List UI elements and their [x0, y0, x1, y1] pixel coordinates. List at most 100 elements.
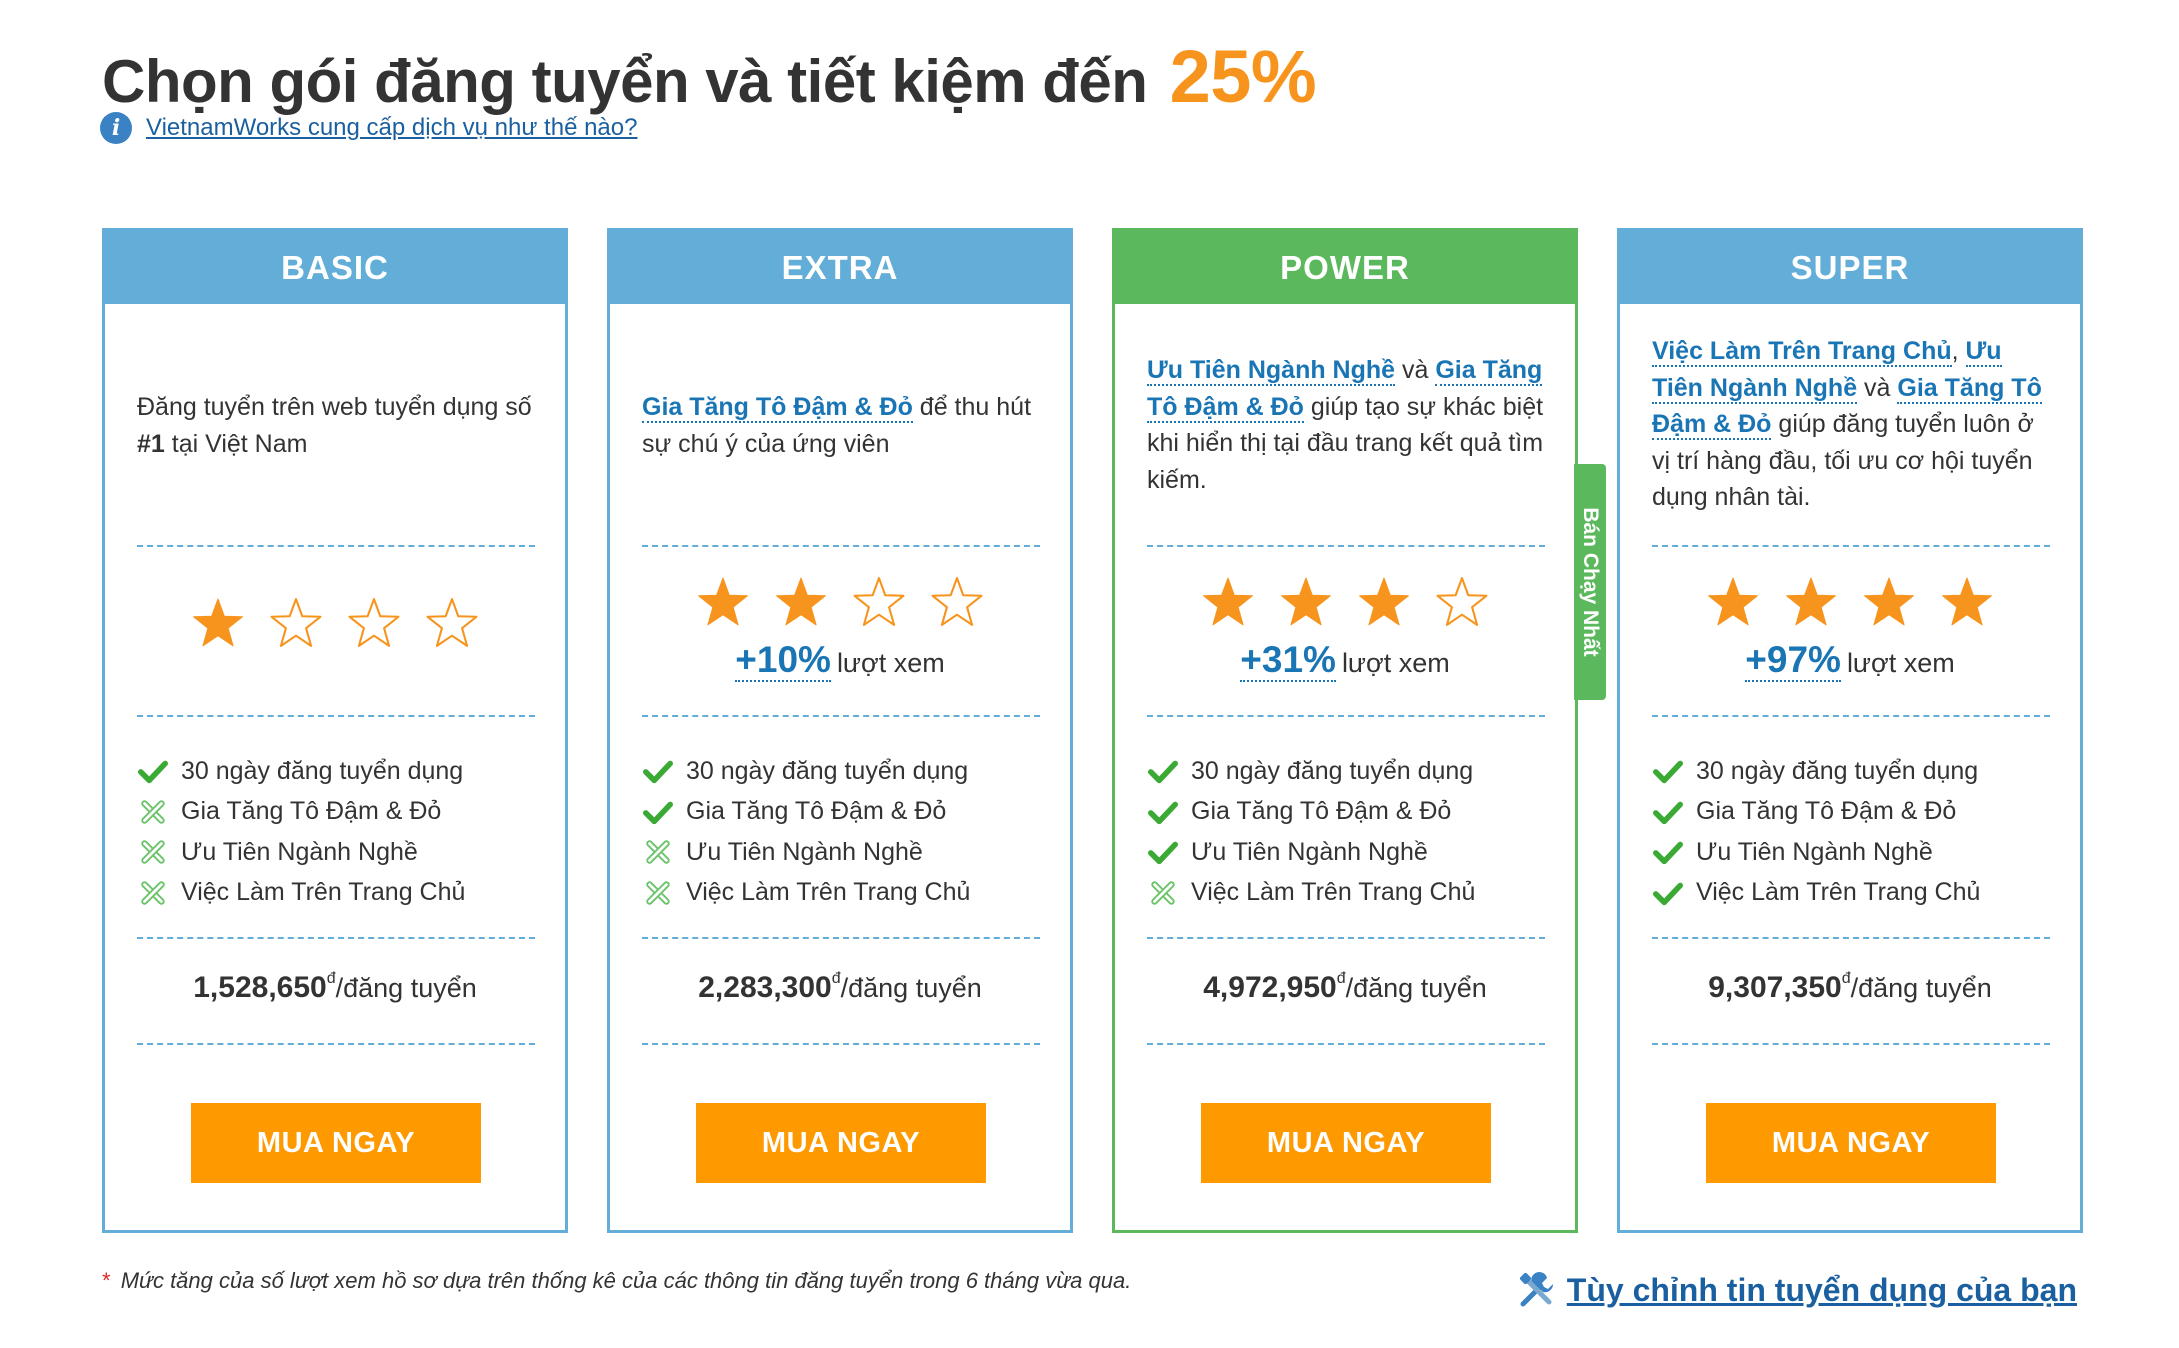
- divider: [137, 937, 535, 939]
- feature-mark: [1147, 877, 1179, 909]
- desc-text: Đăng tuyển trên web tuyển dụng số: [137, 393, 532, 421]
- feature-item: 30 ngày đăng tuyển dụng: [1652, 751, 1980, 792]
- cross-icon: [141, 800, 165, 824]
- plan-description: Đăng tuyển trên web tuyển dụng số #1 tại…: [137, 389, 537, 462]
- feature-mark: [1652, 877, 1684, 909]
- divider: [1147, 545, 1545, 547]
- plan-title: EXTRA: [610, 231, 1070, 304]
- service-info-link[interactable]: VietnamWorks cung cấp dịch vụ như thế nà…: [146, 114, 637, 142]
- feature-label: Việc Làm Trên Trang Chủ: [1696, 878, 1981, 907]
- desc-text: tại Việt Nam: [164, 429, 308, 458]
- divider: [642, 715, 1040, 717]
- check-icon: [1148, 760, 1178, 784]
- savings-percent: 25%: [1169, 35, 1317, 118]
- buy-now-button[interactable]: MUA NGAY: [191, 1103, 481, 1183]
- currency-symbol: đ: [831, 970, 841, 987]
- desc-bold: #1: [137, 429, 165, 458]
- star-filled-icon: [193, 598, 243, 647]
- feature-label: 30 ngày đăng tuyển dụng: [686, 756, 969, 785]
- views-increase: +10% lượt xem: [610, 639, 1070, 682]
- feature-mark: [1652, 836, 1684, 868]
- currency-symbol: đ: [1336, 970, 1346, 987]
- feature-list: 30 ngày đăng tuyển dụng Gia Tăng Tô Đậm &…: [1652, 751, 1980, 913]
- page-title: Chọn gói đăng tuyển và tiết kiệm đến 25%: [102, 34, 1317, 119]
- best-seller-ribbon: Bán Chạy Nhất: [1574, 464, 1606, 700]
- cross-icon: [646, 840, 670, 864]
- feature-label: Gia Tăng Tô Đậm & Đỏ: [1191, 797, 1452, 826]
- plan-description: Ưu Tiên Ngành Nghề và Gia Tăng Tô Đậm & …: [1147, 352, 1547, 498]
- views-increase: +97% lượt xem: [1620, 639, 2080, 682]
- check-icon: [643, 801, 673, 824]
- star-filled-icon: [1708, 577, 1758, 626]
- feature-list: 30 ngày đăng tuyển dụng Gia Tăng Tô Đậm &…: [642, 751, 970, 913]
- check-icon: [643, 760, 673, 784]
- feature-label: 30 ngày đăng tuyển dụng: [1696, 756, 1979, 785]
- feature-label: Ưu Tiên Ngành Nghề: [1696, 837, 1933, 866]
- feature-mark: [642, 877, 674, 909]
- feature-item: 30 ngày đăng tuyển dụng: [137, 751, 465, 792]
- divider: [137, 545, 535, 547]
- price-unit: /đăng tuyển: [335, 973, 477, 1003]
- feature-link[interactable]: Gia Tăng Tô Đậm & Đỏ: [642, 393, 913, 423]
- currency-symbol: đ: [1841, 970, 1851, 987]
- customize-job-link[interactable]: Tùy chỉnh tin tuyển dụng của bạn: [1567, 1272, 2077, 1309]
- buy-now-button[interactable]: MUA NGAY: [696, 1103, 986, 1183]
- plan-card-extra: EXTRA Gia Tăng Tô Đậm & Đỏ để thu hút sự…: [607, 228, 1073, 1233]
- feature-mark: [137, 796, 169, 828]
- divider: [1147, 715, 1545, 717]
- star-filled-icon: [1281, 577, 1331, 626]
- buy-now-button[interactable]: MUA NGAY: [1201, 1103, 1491, 1183]
- star-filled-icon: [1359, 577, 1409, 626]
- star-empty-icon: [270, 598, 322, 647]
- plan-price: 9,307,350đ/đăng tuyển: [1620, 970, 2080, 1005]
- plan-card-basic: BASIC Đăng tuyển trên web tuyển dụng số …: [102, 228, 568, 1233]
- feature-mark: [137, 836, 169, 868]
- views-percent[interactable]: +97%: [1745, 639, 1841, 682]
- star-filled-icon: [1203, 577, 1253, 626]
- footnote: * Mức tăng của số lượt xem hồ sơ dựa trê…: [102, 1268, 1131, 1294]
- plan-card-super: SUPER Việc Làm Trên Trang Chủ, Ưu Tiên N…: [1617, 228, 2083, 1233]
- price-unit: /đăng tuyển: [1850, 973, 1992, 1003]
- plan-price: 1,528,650đ/đăng tuyển: [105, 970, 565, 1005]
- check-icon: [1148, 841, 1178, 865]
- divider: [1652, 715, 2050, 717]
- divider: [1147, 937, 1545, 939]
- feature-item: Gia Tăng Tô Đậm & Đỏ: [1147, 792, 1475, 833]
- plan-price: 2,283,300đ/đăng tuyển: [610, 970, 1070, 1005]
- divider: [642, 1043, 1040, 1045]
- feature-mark: [1147, 796, 1179, 828]
- info-icon: i: [100, 112, 132, 144]
- plan-title: POWER: [1115, 231, 1575, 304]
- feature-item: Việc Làm Trên Trang Chủ: [1147, 873, 1475, 914]
- cross-icon: [141, 881, 165, 905]
- feature-label: 30 ngày đăng tuyển dụng: [1191, 756, 1474, 785]
- views-percent[interactable]: +10%: [735, 639, 831, 682]
- divider: [1652, 545, 2050, 547]
- feature-link[interactable]: Ưu Tiên Ngành Nghề: [1147, 356, 1396, 386]
- check-icon: [138, 760, 168, 784]
- check-icon: [1653, 882, 1683, 905]
- check-icon: [1653, 801, 1683, 824]
- feature-mark: [642, 836, 674, 868]
- views-label: lượt xem: [1846, 648, 1955, 678]
- feature-mark: [642, 755, 674, 787]
- feature-mark: [1652, 796, 1684, 828]
- star-empty-icon: [426, 598, 478, 647]
- feature-label: Việc Làm Trên Trang Chủ: [181, 878, 466, 907]
- divider: [1652, 1043, 2050, 1045]
- star-empty-icon: [1436, 577, 1488, 626]
- price-unit: /đăng tuyển: [840, 973, 982, 1003]
- views-percent[interactable]: +31%: [1240, 639, 1336, 682]
- plan-card-power: POWER Ưu Tiên Ngành Nghề và Gia Tăng Tô …: [1112, 228, 1578, 1233]
- views-label: lượt xem: [1341, 648, 1450, 678]
- feature-item: Gia Tăng Tô Đậm & Đỏ: [642, 792, 970, 833]
- buy-now-button[interactable]: MUA NGAY: [1706, 1103, 1996, 1183]
- check-icon: [1653, 841, 1683, 865]
- feature-link[interactable]: Việc Làm Trên Trang Chủ: [1652, 337, 1952, 367]
- info-row: i VietnamWorks cung cấp dịch vụ như thế …: [100, 112, 637, 144]
- feature-item: Ưu Tiên Ngành Nghề: [642, 832, 970, 873]
- price-amount: 4,972,950: [1203, 971, 1337, 1004]
- feature-item: 30 ngày đăng tuyển dụng: [642, 751, 970, 792]
- feature-label: Việc Làm Trên Trang Chủ: [686, 878, 971, 907]
- feature-label: Việc Làm Trên Trang Chủ: [1191, 878, 1476, 907]
